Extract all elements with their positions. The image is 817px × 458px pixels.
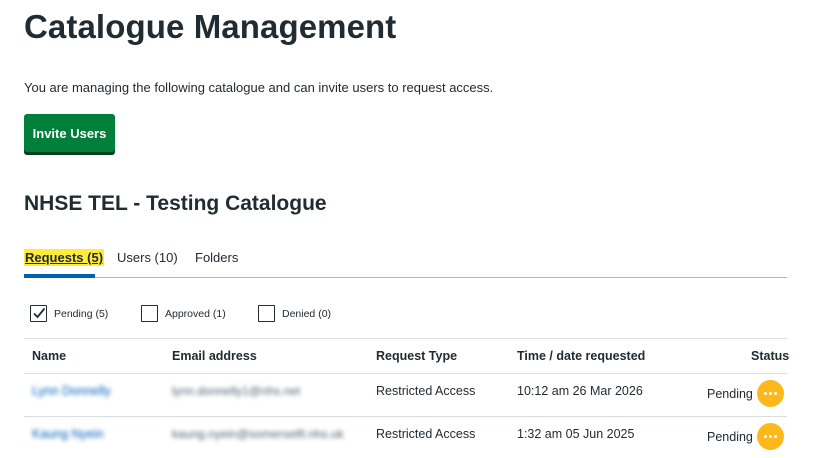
invite-users-button[interactable]: Invite Users bbox=[24, 114, 115, 152]
column-header-request-type: Request Type bbox=[376, 349, 458, 363]
column-header-time: Time / date requested bbox=[517, 349, 646, 363]
status-filters: Pending (5) Approved (1) Denied (0) bbox=[30, 305, 430, 323]
status-text: Pending bbox=[707, 387, 753, 401]
filter-denied[interactable]: Denied (0) bbox=[258, 305, 331, 322]
more-actions-button[interactable] bbox=[757, 380, 784, 407]
more-dots-icon bbox=[769, 435, 772, 438]
active-tab-indicator bbox=[24, 274, 95, 278]
more-dots-icon bbox=[769, 392, 772, 395]
pending-checkbox[interactable] bbox=[30, 305, 47, 322]
request-type: Restricted Access bbox=[376, 427, 476, 441]
more-dots-icon bbox=[764, 435, 767, 438]
page-title: Catalogue Management bbox=[24, 8, 397, 45]
checkmark-icon bbox=[33, 307, 46, 319]
request-type: Restricted Access bbox=[376, 384, 476, 398]
filter-pending-label: Pending (5) bbox=[54, 307, 109, 320]
tab-requests-label: Requests (5) bbox=[24, 249, 105, 266]
filter-denied-label: Denied (0) bbox=[282, 307, 332, 320]
user-name-link[interactable]: Lynn Donnelly bbox=[32, 384, 111, 398]
more-dots-icon bbox=[774, 435, 777, 438]
column-header-name: Name bbox=[32, 349, 67, 363]
request-time: 10:12 am 26 Mar 2026 bbox=[517, 384, 643, 398]
tab-requests[interactable]: Requests (5) bbox=[24, 249, 105, 278]
filter-pending[interactable]: Pending (5) bbox=[30, 305, 108, 322]
filter-approved[interactable]: Approved (1) bbox=[141, 305, 226, 322]
more-dots-icon bbox=[774, 392, 777, 395]
table-row: Kaung Nyein kaung.nyein@somersetft.nhs.u… bbox=[0, 417, 817, 458]
user-name-link[interactable]: Kaung Nyein bbox=[32, 427, 104, 441]
table-row: Lynn Donnelly lynn.donnelly1@nhs.net Res… bbox=[0, 374, 817, 416]
more-actions-button[interactable] bbox=[757, 423, 784, 450]
column-header-status: Status bbox=[751, 349, 790, 363]
more-dots-icon bbox=[764, 392, 767, 395]
tab-bar: Requests (5) Users (10) Folders bbox=[24, 248, 787, 278]
tab-folders[interactable]: Folders bbox=[195, 250, 238, 265]
table-top-divider bbox=[24, 338, 787, 339]
user-email: kaung.nyein@somersetft.nhs.uk bbox=[172, 427, 344, 441]
approved-checkbox[interactable] bbox=[141, 305, 158, 322]
intro-text: You are managing the following catalogue… bbox=[24, 80, 494, 95]
status-text: Pending bbox=[707, 430, 753, 444]
user-email: lynn.donnelly1@nhs.net bbox=[172, 384, 301, 398]
denied-checkbox[interactable] bbox=[258, 305, 275, 322]
filter-approved-label: Approved (1) bbox=[165, 307, 226, 320]
column-header-email: Email address bbox=[172, 349, 257, 363]
tab-users[interactable]: Users (10) bbox=[117, 250, 178, 265]
request-time: 1:32 am 05 Jun 2025 bbox=[517, 427, 635, 441]
catalogue-name: NHSE TEL - Testing Catalogue bbox=[24, 192, 327, 215]
